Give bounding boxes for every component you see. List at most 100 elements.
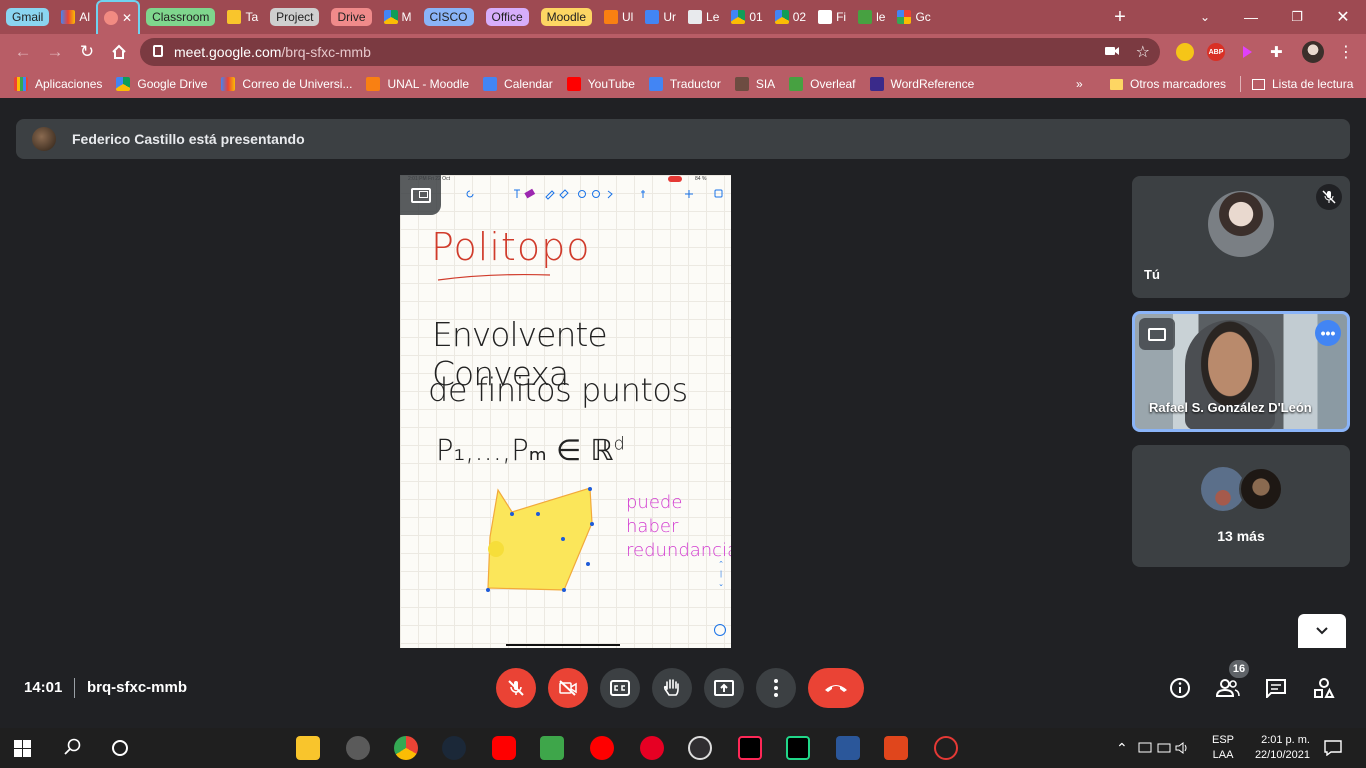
leave-call-button[interactable] bbox=[808, 668, 864, 708]
camera-blocked-icon[interactable] bbox=[1104, 44, 1120, 61]
browser-tab[interactable]: Drive bbox=[325, 0, 377, 34]
activities-button[interactable] bbox=[1312, 676, 1336, 700]
word-icon[interactable] bbox=[836, 736, 860, 760]
browser-tab[interactable]: 02 bbox=[769, 0, 812, 34]
adblock-icon[interactable]: ABP bbox=[1207, 43, 1225, 61]
obs-icon[interactable] bbox=[688, 736, 712, 760]
tab-title: Gc bbox=[915, 10, 931, 24]
taskbar-search-button[interactable] bbox=[64, 738, 82, 761]
back-button[interactable]: ← bbox=[10, 40, 36, 64]
browser-tab-strip: Gmail Al ✕ Classroom Ta Project Drive M CISCO Off… bbox=[0, 0, 1366, 34]
bookmark-apps-grid[interactable]: Aplicaciones bbox=[14, 77, 102, 91]
browser-tab[interactable]: Ta bbox=[221, 0, 264, 34]
extension-emoji-icon[interactable] bbox=[1176, 43, 1194, 61]
browser-tab[interactable]: M bbox=[378, 0, 418, 34]
bookmark-overleaf[interactable]: Overleaf bbox=[789, 77, 856, 91]
system-clock[interactable]: 2:01 p. m. 22/10/2021 bbox=[1248, 728, 1310, 768]
windows-start-button[interactable] bbox=[14, 740, 31, 762]
browser-tab[interactable]: Al bbox=[55, 0, 96, 34]
opera-icon[interactable] bbox=[934, 736, 958, 760]
close-window-button[interactable]: ✕ bbox=[1320, 0, 1366, 34]
forward-button[interactable]: → bbox=[42, 40, 68, 64]
browser-tab[interactable]: CISCO bbox=[418, 0, 480, 34]
divider bbox=[74, 678, 75, 698]
raise-hand-button[interactable] bbox=[652, 668, 692, 708]
pycharm-icon[interactable] bbox=[786, 736, 810, 760]
pin-presentation-button[interactable] bbox=[400, 175, 441, 215]
present-now-button[interactable] bbox=[704, 668, 744, 708]
other-bookmarks[interactable]: Otros marcadores bbox=[1110, 70, 1226, 98]
new-tab-button[interactable]: + bbox=[1108, 0, 1132, 34]
steam-icon[interactable] bbox=[442, 736, 466, 760]
zoom-icon[interactable] bbox=[714, 624, 726, 636]
chrome-profile-icon[interactable] bbox=[346, 736, 370, 760]
bookmark-star-icon[interactable]: ☆ bbox=[1136, 42, 1150, 62]
bookmark-wordreference[interactable]: WordReference bbox=[869, 77, 974, 91]
reload-button[interactable]: ↻ bbox=[74, 40, 100, 64]
youtube-music-icon[interactable] bbox=[590, 736, 614, 760]
extension-play-icon[interactable] bbox=[1238, 43, 1256, 61]
notifications-button[interactable] bbox=[1324, 728, 1342, 768]
browser-tab[interactable]: Le bbox=[682, 0, 725, 34]
drive-icon bbox=[774, 10, 789, 24]
browser-tab[interactable]: Ul bbox=[598, 0, 639, 34]
chrome-menu-icon[interactable]: ⋮ bbox=[1338, 42, 1354, 62]
bookmark-drive[interactable]: Google Drive bbox=[116, 77, 207, 91]
self-avatar bbox=[1208, 191, 1274, 257]
input-language[interactable]: ESP LAA bbox=[1212, 728, 1234, 768]
browser-tab[interactable]: Classroom bbox=[140, 0, 221, 34]
bookmarks-overflow[interactable]: » bbox=[1076, 70, 1083, 98]
browser-tab[interactable]: Project bbox=[264, 0, 325, 34]
more-participants-tile[interactable]: 13 más bbox=[1132, 445, 1350, 567]
browser-tab[interactable]: Office bbox=[480, 0, 535, 34]
minimize-button[interactable]: — bbox=[1228, 0, 1274, 34]
chrome-icon[interactable] bbox=[394, 736, 418, 760]
self-tile[interactable]: Tú bbox=[1132, 176, 1350, 298]
chat-button[interactable] bbox=[1264, 676, 1288, 700]
youtube-icon bbox=[566, 77, 581, 91]
browser-tab[interactable]: Fi bbox=[812, 0, 852, 34]
meeting-details-button[interactable] bbox=[1168, 676, 1192, 700]
intellij-icon[interactable] bbox=[738, 736, 762, 760]
browser-tab[interactable]: Gc bbox=[891, 0, 936, 34]
camera-toggle-button[interactable] bbox=[548, 668, 588, 708]
tray-expand-icon[interactable]: ⌃ bbox=[1116, 728, 1128, 768]
tab-title: Ur bbox=[663, 10, 677, 24]
bookmark-moodle[interactable]: UNAL - Moodle bbox=[366, 77, 469, 91]
cortana-button[interactable] bbox=[112, 740, 128, 756]
tab-active-meet[interactable]: ✕ bbox=[96, 0, 141, 34]
reading-list[interactable]: Lista de lectura bbox=[1240, 70, 1353, 98]
tray-icons[interactable] bbox=[1138, 728, 1190, 768]
file-explorer-icon[interactable] bbox=[296, 736, 320, 760]
youtube-app-icon[interactable] bbox=[492, 736, 516, 760]
captions-button[interactable] bbox=[600, 668, 640, 708]
participant-more-button[interactable]: ••• bbox=[1315, 320, 1341, 346]
office-icon[interactable] bbox=[884, 736, 908, 760]
browser-tab[interactable]: 01 bbox=[725, 0, 768, 34]
browser-tab[interactable]: le bbox=[852, 0, 891, 34]
extensions-puzzle-icon[interactable]: ✚ bbox=[1270, 43, 1288, 61]
profile-avatar[interactable] bbox=[1302, 41, 1324, 63]
bookmark-translate[interactable]: Traductor bbox=[648, 77, 721, 91]
restore-button[interactable]: ❐ bbox=[1274, 0, 1320, 34]
browser-tab[interactable]: Gmail bbox=[0, 0, 55, 34]
page-scroller[interactable]: ⌃ | ⌄ bbox=[714, 560, 728, 610]
bookmark-label: Calendar bbox=[504, 77, 553, 91]
pinterest-icon[interactable] bbox=[640, 736, 664, 760]
home-button[interactable] bbox=[106, 40, 132, 64]
browser-tab[interactable]: Moodle bbox=[535, 0, 598, 34]
browser-tab[interactable]: Ur bbox=[639, 0, 682, 34]
bookmark-youtube[interactable]: YouTube bbox=[566, 77, 635, 91]
mic-toggle-button[interactable] bbox=[496, 668, 536, 708]
participants-button[interactable] bbox=[1216, 676, 1240, 700]
chart-app-icon[interactable] bbox=[540, 736, 564, 760]
more-options-button[interactable] bbox=[756, 668, 796, 708]
url-field[interactable]: meet.google.com/brq-sfxc-mmb ☆ bbox=[140, 38, 1160, 66]
bookmark-gmail[interactable]: Correo de Universi... bbox=[221, 77, 352, 91]
bookmark-sia[interactable]: SIA bbox=[734, 77, 775, 91]
collapse-tiles-button[interactable] bbox=[1298, 614, 1346, 648]
bookmark-calendar[interactable]: Calendar bbox=[483, 77, 553, 91]
pinned-participant-tile[interactable]: ••• Rafael S. González D'León bbox=[1132, 311, 1350, 432]
tab-search-icon[interactable]: ⌄ bbox=[1182, 0, 1228, 34]
close-tab-icon[interactable]: ✕ bbox=[122, 11, 132, 25]
